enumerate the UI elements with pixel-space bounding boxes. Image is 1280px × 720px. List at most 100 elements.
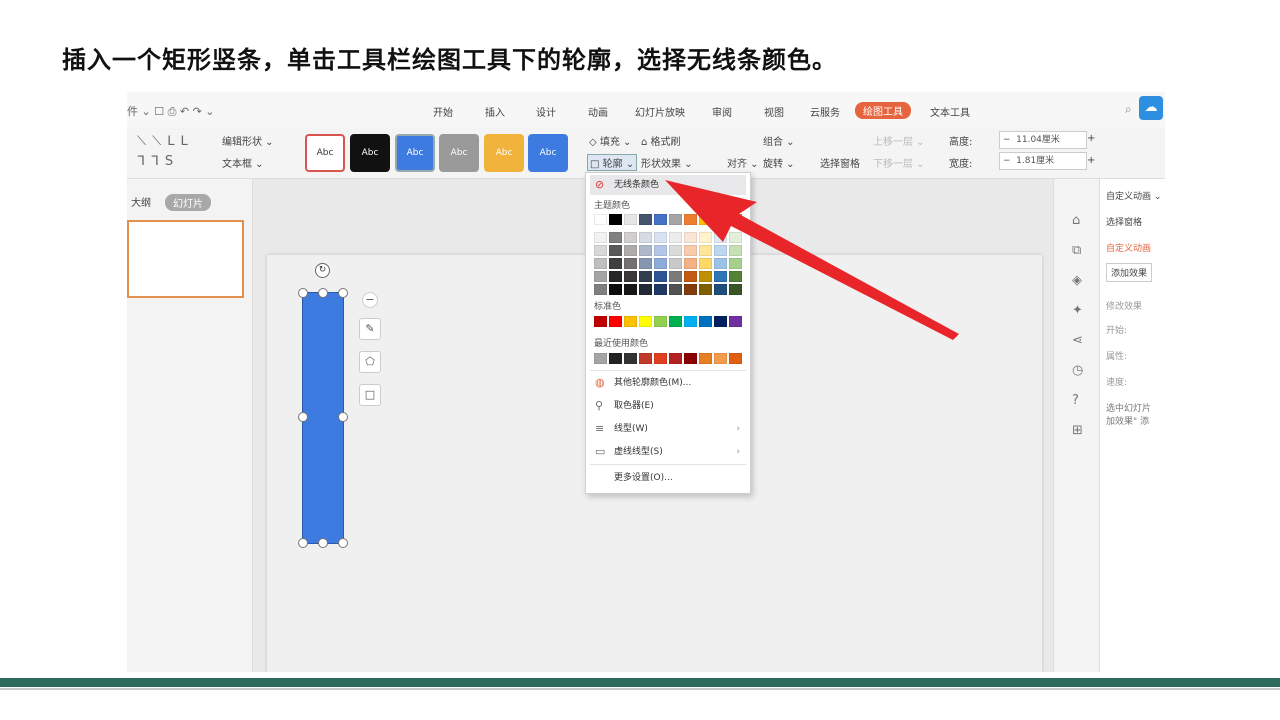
color-swatch[interactable] bbox=[594, 284, 607, 295]
color-swatch[interactable] bbox=[609, 245, 622, 256]
select-pane-link[interactable]: 选择窗格 bbox=[1106, 215, 1142, 228]
resize-handle[interactable] bbox=[338, 538, 348, 548]
color-swatch[interactable] bbox=[609, 284, 622, 295]
color-swatch[interactable] bbox=[609, 271, 622, 282]
color-swatch[interactable] bbox=[594, 271, 607, 282]
height-increase-button[interactable]: + bbox=[1087, 133, 1095, 144]
outline-icon[interactable]: □ bbox=[359, 384, 381, 406]
group-button[interactable]: 组合 ⌄ bbox=[763, 133, 795, 148]
eyedropper-item[interactable]: ⚲ 取色器(E) bbox=[590, 396, 746, 416]
resize-handle[interactable] bbox=[298, 412, 308, 422]
shape-effects-button[interactable]: 形状效果 ⌄ bbox=[641, 155, 693, 170]
tab-view[interactable]: 视图 bbox=[764, 104, 784, 119]
color-swatch[interactable] bbox=[624, 271, 637, 282]
help-icon[interactable]: ? bbox=[1072, 393, 1079, 408]
send-backward-button[interactable]: 下移一层 ⌄ bbox=[873, 155, 925, 170]
rotate-button[interactable]: 旋转 ⌄ bbox=[763, 155, 795, 170]
color-swatch[interactable] bbox=[594, 353, 607, 364]
search-icon[interactable]: ⌕ bbox=[1125, 102, 1132, 117]
resize-handle[interactable] bbox=[338, 288, 348, 298]
home-icon[interactable]: ⌂ bbox=[1072, 213, 1080, 228]
outline-button[interactable]: □ 轮廓 ⌄ bbox=[587, 154, 638, 171]
color-swatch[interactable] bbox=[684, 353, 697, 364]
tab-text-tools[interactable]: 文本工具 bbox=[930, 104, 970, 119]
connector-gallery[interactable]: ⟍⟍ᒪᒪ ᒣᒣS bbox=[137, 132, 194, 172]
shape-icon[interactable]: ◈ bbox=[1072, 273, 1082, 288]
instruction-caption: 插入一个矩形竖条，单击工具栏绘图工具下的轮廓，选择无线条颜色。 bbox=[62, 46, 837, 74]
color-swatch[interactable] bbox=[669, 353, 682, 364]
tab-slideshow[interactable]: 幻灯片放映 bbox=[635, 104, 685, 119]
slide-thumbnail[interactable] bbox=[127, 220, 244, 298]
color-swatch[interactable] bbox=[624, 258, 637, 269]
selection-pane-button[interactable]: 选择窗格 bbox=[820, 155, 860, 170]
color-swatch[interactable] bbox=[594, 258, 607, 269]
share-icon[interactable]: ⋖ bbox=[1072, 333, 1083, 348]
style-swatch-1[interactable]: Abc bbox=[305, 134, 345, 172]
align-button[interactable]: 对齐 ⌄ bbox=[727, 155, 759, 170]
height-input[interactable]: − 11.04厘米 bbox=[999, 131, 1087, 149]
color-swatch[interactable] bbox=[624, 232, 637, 243]
color-swatch[interactable] bbox=[624, 245, 637, 256]
copy-icon[interactable]: ⧉ bbox=[1072, 243, 1081, 258]
color-swatch[interactable] bbox=[609, 258, 622, 269]
history-icon[interactable]: ◷ bbox=[1072, 363, 1083, 378]
color-swatch[interactable] bbox=[699, 353, 712, 364]
color-swatch[interactable] bbox=[654, 353, 667, 364]
tab-home[interactable]: 开始 bbox=[433, 104, 453, 119]
edit-shape-button[interactable]: 编辑形状 ⌄ bbox=[222, 133, 274, 148]
color-swatch[interactable] bbox=[594, 316, 607, 327]
color-swatch[interactable] bbox=[594, 232, 607, 243]
animation-icon[interactable]: ✦ bbox=[1072, 303, 1083, 318]
grid-icon[interactable]: ⊞ bbox=[1072, 423, 1083, 438]
resize-handle[interactable] bbox=[298, 288, 308, 298]
pen-icon[interactable]: ✎ bbox=[359, 318, 381, 340]
color-swatch[interactable] bbox=[609, 316, 622, 327]
tab-animation[interactable]: 动画 bbox=[588, 104, 608, 119]
tab-slides[interactable]: 幻灯片 bbox=[165, 194, 211, 211]
cloud-icon[interactable]: ☁ bbox=[1139, 96, 1163, 120]
fill-button[interactable]: ◇ 填充 ⌄ bbox=[589, 133, 631, 148]
color-swatch[interactable] bbox=[624, 284, 637, 295]
color-swatch[interactable] bbox=[729, 353, 742, 364]
tab-design[interactable]: 设计 bbox=[536, 104, 556, 119]
rotate-handle-icon[interactable]: ↻ bbox=[315, 263, 330, 278]
fill-icon[interactable]: ⬠ bbox=[359, 351, 381, 373]
color-swatch[interactable] bbox=[609, 232, 622, 243]
color-swatch[interactable] bbox=[594, 214, 607, 225]
style-swatch-3[interactable]: Abc bbox=[395, 134, 435, 172]
color-swatch[interactable] bbox=[609, 214, 622, 225]
style-swatch-6[interactable]: Abc bbox=[528, 134, 568, 172]
quick-access-toolbar[interactable]: 件 ⌄ ☐ ⎙ ↶ ↷ ⌄ bbox=[127, 103, 215, 119]
text-box-button[interactable]: 文本框 ⌄ bbox=[222, 155, 264, 170]
width-increase-button[interactable]: + bbox=[1087, 155, 1095, 166]
resize-handle[interactable] bbox=[298, 538, 308, 548]
color-swatch[interactable] bbox=[609, 353, 622, 364]
more-outline-colors-item[interactable]: ◍ 其他轮廓颜色(M)... bbox=[590, 373, 746, 393]
tab-cloud[interactable]: 云服务 bbox=[810, 104, 840, 119]
tab-drawing-tools[interactable]: 绘图工具 bbox=[855, 102, 911, 119]
resize-handle[interactable] bbox=[318, 538, 328, 548]
bring-forward-button[interactable]: 上移一层 ⌄ bbox=[873, 133, 925, 148]
collapse-icon[interactable]: − bbox=[362, 292, 378, 308]
width-input[interactable]: − 1.81厘米 bbox=[999, 152, 1087, 170]
style-swatch-2[interactable]: Abc bbox=[350, 134, 390, 172]
style-swatch-4[interactable]: Abc bbox=[439, 134, 479, 172]
tab-review[interactable]: 审阅 bbox=[712, 104, 732, 119]
add-effect-button[interactable]: 添加效果 bbox=[1106, 263, 1153, 282]
color-swatch[interactable] bbox=[639, 353, 652, 364]
tab-outline[interactable]: 大纲 bbox=[131, 194, 151, 209]
color-swatch[interactable] bbox=[624, 353, 637, 364]
pane-title[interactable]: 自定义动画 ⌄ bbox=[1106, 189, 1161, 202]
color-swatch[interactable] bbox=[624, 316, 637, 327]
line-type-item[interactable]: ≡ 线型(W) › bbox=[590, 419, 746, 439]
color-swatch[interactable] bbox=[624, 214, 637, 225]
dash-type-item[interactable]: ▭ 虚线线型(S) › bbox=[590, 442, 746, 462]
tab-insert[interactable]: 插入 bbox=[485, 104, 505, 119]
style-swatch-5[interactable]: Abc bbox=[484, 134, 524, 172]
resize-handle[interactable] bbox=[318, 288, 328, 298]
format-painter-button[interactable]: ⌂ 格式刷 bbox=[641, 133, 681, 148]
color-swatch[interactable] bbox=[594, 245, 607, 256]
resize-handle[interactable] bbox=[338, 412, 348, 422]
color-swatch[interactable] bbox=[714, 353, 727, 364]
more-settings-item[interactable]: 更多设置(O)... bbox=[590, 468, 746, 488]
